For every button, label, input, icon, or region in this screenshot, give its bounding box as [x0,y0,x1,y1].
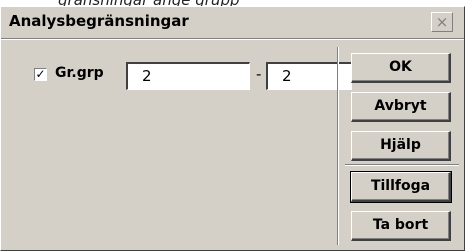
dialog-title: Analysbegränsningar [9,12,189,30]
dialog-window: Analysbegränsningar × ✓ Gr.grp 2 - 2 OK … [0,6,465,251]
button-group-divider [345,164,459,166]
title-separator [1,38,464,40]
help-button[interactable]: Hjälp [351,131,451,161]
range-separator: - [256,65,262,83]
close-icon: × [435,13,449,31]
group-to-input[interactable]: 2 [266,62,352,90]
ok-button[interactable]: OK [351,53,451,83]
add-button[interactable]: Tillfoga [350,171,452,203]
check-icon: ✓ [35,67,46,81]
vertical-divider [337,47,339,245]
cancel-button[interactable]: Avbryt [351,92,451,122]
group-label: Gr.grp [55,65,104,81]
close-button[interactable]: × [431,12,453,32]
remove-button[interactable]: Ta bort [351,211,451,241]
group-checkbox[interactable]: ✓ [34,68,47,81]
group-from-input[interactable]: 2 [126,62,250,90]
title-bar[interactable]: Analysbegränsningar × [1,7,464,38]
